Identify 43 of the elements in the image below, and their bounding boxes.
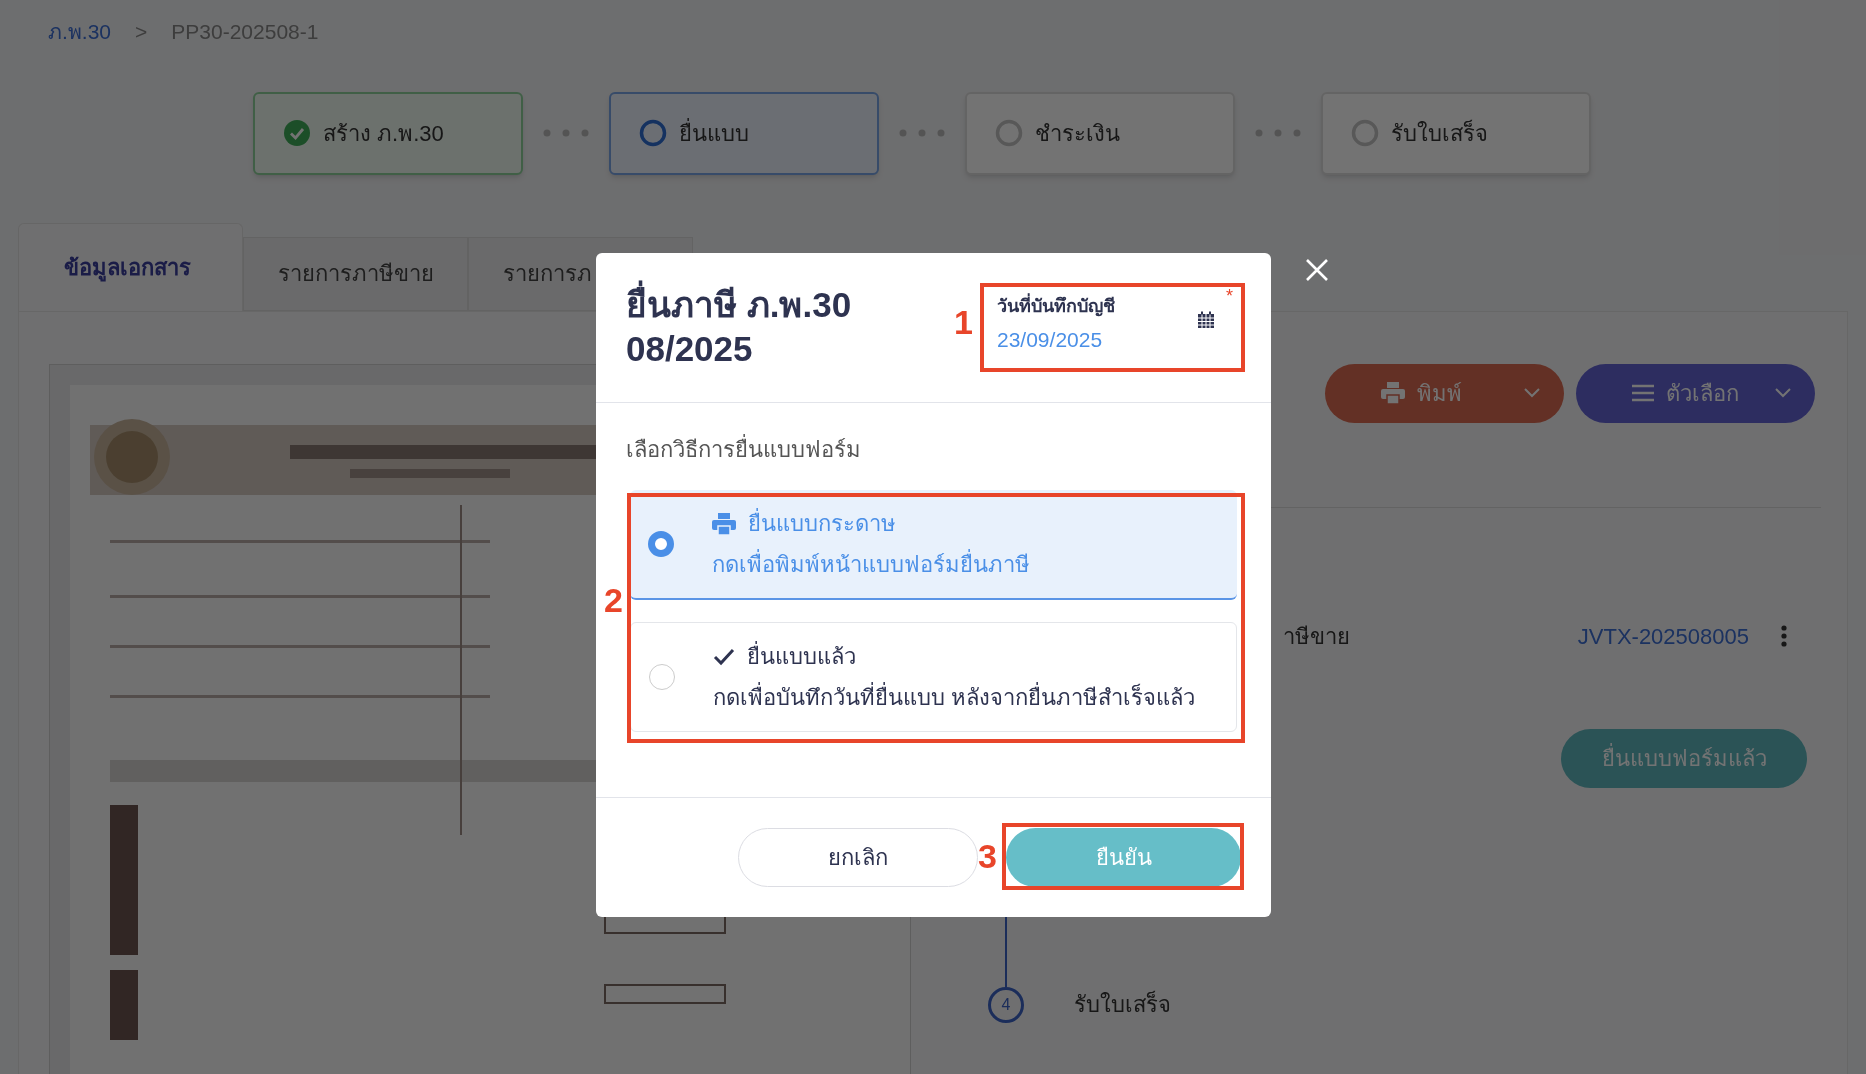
filed-button[interactable]: ยื่นแบบฟอร์มแล้ว: [1561, 728, 1807, 788]
menu-icon: [1632, 384, 1654, 402]
printer-icon: [1381, 382, 1405, 404]
tab[interactable]: รายการภาษีขาย: [243, 236, 468, 311]
more-icon[interactable]: [1781, 625, 1787, 647]
cancel-button[interactable]: ยกเลิก: [738, 828, 978, 887]
close-icon[interactable]: [1305, 258, 1329, 282]
timeline-label: รับใบเสร็จ: [1074, 989, 1171, 1019]
option-title: ยื่นแบบกระดาษ: [748, 507, 896, 540]
date-value: 23/09/2025: [997, 327, 1104, 353]
caret-icon: [1775, 388, 1791, 398]
circle-icon: [639, 119, 667, 147]
step-card[interactable]: สร้าง ภ.พ.30: [253, 91, 523, 175]
annotation-number: 2: [604, 583, 623, 617]
option-description: กดเพื่อพิมพ์หน้าแบบฟอร์มยื่นภาษี: [712, 548, 1030, 581]
step-card[interactable]: รับใบเสร็จ: [1321, 91, 1591, 175]
option-title: ยื่นแบบแล้ว: [747, 640, 856, 673]
required-mark: *: [1226, 285, 1233, 308]
step-card[interactable]: ชำระเงิน: [965, 91, 1235, 175]
printer-icon: [712, 512, 736, 535]
step-card[interactable]: ยื่นแบบ: [609, 91, 879, 175]
record-label: าษีขาย: [1283, 622, 1350, 651]
radio-button[interactable]: [648, 531, 674, 557]
annotation-number: 3: [978, 839, 997, 873]
options-button[interactable]: ตัวเลือก: [1576, 363, 1815, 423]
step-number: 4: [988, 986, 1024, 1023]
annotation-number: 1: [954, 305, 973, 339]
calendar-icon: [1197, 311, 1215, 329]
breadcrumb-separator: >: [135, 19, 148, 45]
circle-icon: [1351, 119, 1379, 147]
breadcrumb-link[interactable]: ภ.พ.30: [48, 16, 112, 48]
reference-link[interactable]: JVTX-202508005: [1577, 619, 1749, 653]
check-circle-icon: [283, 119, 311, 147]
option-card[interactable]: ยื่นแบบกระดาษ กดเพื่อพิมพ์หน้าแบบฟอร์มยื่นภาษี: [630, 490, 1237, 600]
print-button[interactable]: พิมพ์: [1325, 363, 1564, 423]
section-label: เลือกวิธีการยื่นแบบฟอร์ม: [626, 433, 1271, 466]
tab[interactable]: ข้อมูลเอกสาร: [18, 222, 243, 311]
circle-icon: [995, 119, 1023, 147]
caret-icon: [1524, 388, 1540, 398]
check-icon: [713, 647, 735, 666]
option-description: กดเพื่อบันทึกวันที่ยื่นแบบ หลังจากยื่นภาษีสำเร็จแล้ว: [713, 681, 1196, 714]
radio-button[interactable]: [649, 664, 675, 690]
confirm-button[interactable]: ยืนยัน: [1006, 828, 1241, 887]
